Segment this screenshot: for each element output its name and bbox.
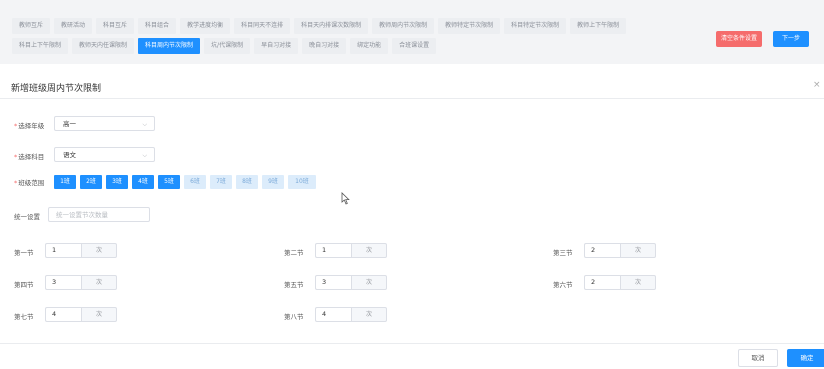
chevron-down-icon: ⌵ [142,152,147,159]
tab-teaching-progress[interactable]: 教学进度均衡 [180,18,231,34]
cancel-button[interactable]: 取消 [738,349,778,367]
tab-subject-specific-period[interactable]: 科目特定节次限制 [504,18,567,34]
period-count-field: 4次 [45,307,117,322]
tab-teacher-daily-limit[interactable]: 教师天内任课限制 [72,38,135,54]
close-icon[interactable]: × [813,80,821,90]
grade-select-value: 高一 [63,120,76,128]
dialog-footer-divider [0,343,824,344]
period-label: 第七节 [14,313,34,321]
period-label: 第三节 [553,249,573,257]
subject-select-value: 语文 [63,151,76,159]
class-option[interactable]: 3班 [106,175,128,189]
unified-setting-input[interactable]: 统一设置节次数量 [48,207,150,222]
period-unit: 次 [351,243,387,258]
next-step-button[interactable]: 下一步 [773,31,809,47]
tab-subject-daily-count[interactable]: 科目天内排课次数限制 [294,18,369,34]
class-option[interactable]: 4班 [132,175,154,189]
period-label: 第一节 [14,249,34,257]
tab-teacher-specific-period[interactable]: 教师特定节次限制 [438,18,501,34]
tab-subject-combination[interactable]: 科目组合 [138,18,177,34]
class-option[interactable]: 7班 [210,175,232,189]
tab-teacher-weekly-period[interactable]: 教师周内节次限制 [372,18,435,34]
period-label: 第五节 [284,281,304,289]
tab-subject-am-pm[interactable]: 科目上下午限制 [12,38,69,54]
tab-morning-study[interactable]: 早自习对接 [254,38,299,54]
class-option[interactable]: 9班 [262,175,284,189]
dialog-header-divider [0,98,824,99]
period-unit: 次 [351,307,387,322]
tab-teaching-research[interactable]: 教研活动 [54,18,93,34]
class-range-options: 1班 2班 3班 4班 5班 6班 7班 8班 9班 10班 [54,175,316,189]
period-count-input[interactable]: 2 [584,243,620,258]
class-option[interactable]: 8班 [236,175,258,189]
class-option[interactable]: 6班 [184,175,206,189]
period-count-field: 1次 [315,243,387,258]
class-option[interactable]: 1班 [54,175,76,189]
period-count-field: 4次 [315,307,387,322]
dialog-title: 新增班级周内节次限制 [11,84,102,94]
tab-row-2: 科目上下午限制 教师天内任课限制 科目周内节次限制 坑/代课限制 早自习对接 晚… [12,38,437,54]
period-unit: 次 [620,275,656,290]
tab-evening-study[interactable]: 晚自习对接 [302,38,347,54]
period-unit: 次 [620,243,656,258]
period-count-input[interactable]: 1 [45,243,81,258]
period-count-input[interactable]: 3 [45,275,81,290]
tab-substitute-limit[interactable]: 坑/代课限制 [204,38,251,54]
chevron-down-icon: ⌵ [142,121,147,128]
subject-label: *选择科目 [14,153,45,161]
grade-label: *选择年级 [14,122,45,130]
period-label: 第四节 [14,281,34,289]
reset-conditions-button[interactable]: 清空条件设置 [716,31,762,47]
tab-row-1: 教师互斥 教研活动 科目互斥 科目组合 教学进度均衡 科目同天不连排 科目天内排… [12,18,627,34]
tab-teacher-mutex[interactable]: 教师互斥 [12,18,51,34]
period-count-input[interactable]: 3 [315,275,351,290]
tab-subject-weekly-period[interactable]: 科目周内节次限制 [138,38,201,54]
tab-subject-mutex[interactable]: 科目互斥 [96,18,135,34]
class-range-label: *班级范围 [14,179,45,187]
tab-binding[interactable]: 绑定功能 [350,38,389,54]
class-option[interactable]: 10班 [288,175,316,189]
period-count-field: 1次 [45,243,117,258]
tab-bar: 教师互斥 教研活动 科目互斥 科目组合 教学进度均衡 科目同天不连排 科目天内排… [0,0,824,64]
period-count-field: 2次 [584,275,656,290]
unified-setting-label: 统一设置 [14,213,40,221]
period-unit: 次 [81,275,117,290]
confirm-button[interactable]: 确定 [787,349,824,367]
period-count-input[interactable]: 2 [584,275,620,290]
period-unit: 次 [81,307,117,322]
tab-teacher-am-pm[interactable]: 教师上下午限制 [570,18,627,34]
period-count-field: 2次 [584,243,656,258]
grade-select[interactable]: 高一 ⌵ [54,116,155,131]
subject-select[interactable]: 语文 ⌵ [54,147,155,162]
period-count-input[interactable]: 4 [45,307,81,322]
period-label: 第八节 [284,313,304,321]
period-count-input[interactable]: 4 [315,307,351,322]
period-count-input[interactable]: 1 [315,243,351,258]
tab-subject-no-consecutive[interactable]: 科目同天不连排 [234,18,291,34]
period-count-field: 3次 [45,275,117,290]
class-option[interactable]: 2班 [80,175,102,189]
period-unit: 次 [81,243,117,258]
period-unit: 次 [351,275,387,290]
period-label: 第六节 [553,281,573,289]
mouse-cursor-icon [341,192,350,205]
tab-combined-class[interactable]: 合班课设置 [392,38,437,54]
period-label: 第二节 [284,249,304,257]
period-count-field: 3次 [315,275,387,290]
class-option[interactable]: 5班 [158,175,180,189]
